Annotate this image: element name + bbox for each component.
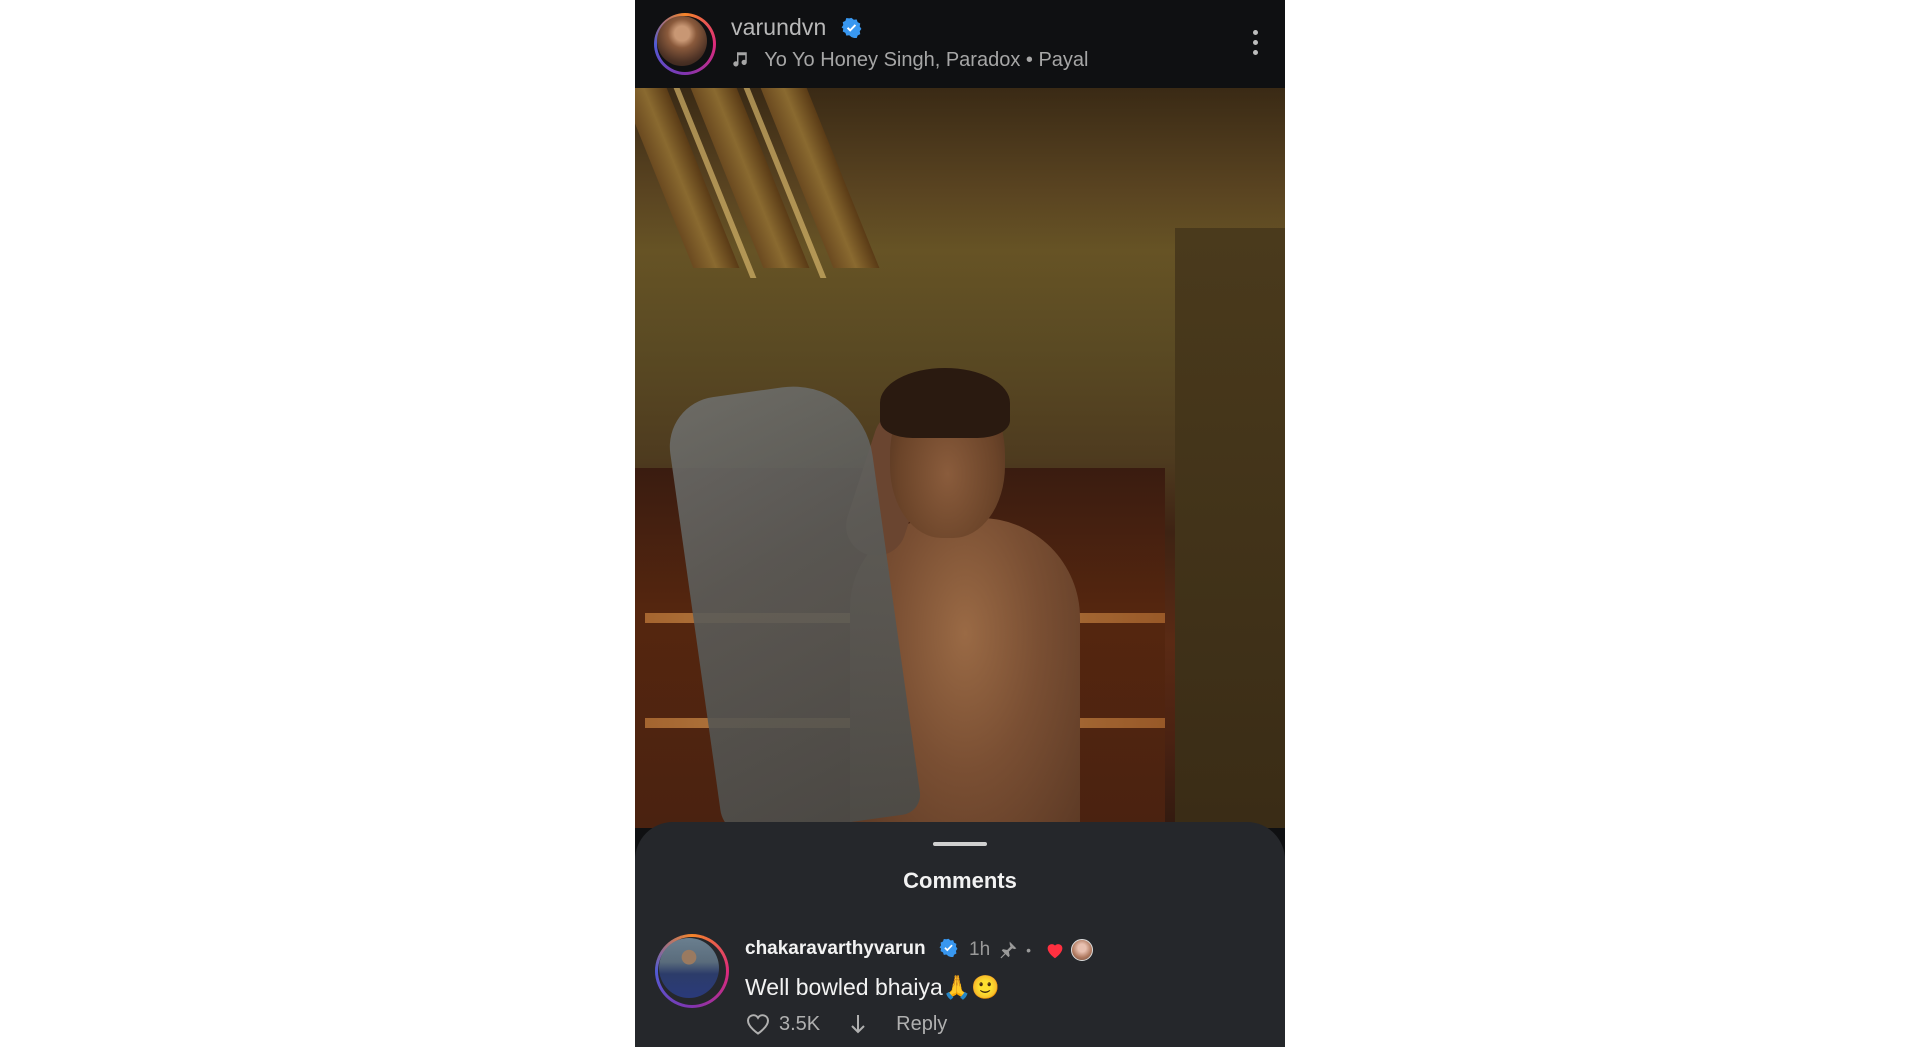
commenter-avatar[interactable]: [655, 934, 729, 1008]
phone-screen: varundvn Yo Yo Honey Singh, Paradox • Pa…: [635, 0, 1285, 1047]
like-count: 3.5K: [779, 1012, 821, 1035]
comment-time: 1h: [969, 939, 991, 960]
comment-text: Well bowled bhaiya🙏🙂: [745, 974, 1001, 1000]
comment-actions: 3.5K Reply: [745, 1012, 947, 1036]
verified-badge-icon: [841, 17, 862, 38]
post-photo[interactable]: [635, 88, 1285, 828]
commenter-username[interactable]: chakaravarthyvarun: [745, 938, 926, 959]
comments-title: Comments: [903, 868, 1017, 893]
commenter-username-row[interactable]: chakaravarthyvarun: [745, 938, 958, 960]
separator-dot: •: [1026, 942, 1032, 958]
author-avatar[interactable]: [654, 13, 716, 75]
comment-item: chakaravarthyvarun 1h • Well bowled bhai…: [635, 934, 1285, 1047]
sheet-drag-handle[interactable]: [933, 842, 987, 846]
reply-button[interactable]: Reply: [896, 1013, 947, 1036]
author-username[interactable]: varundvn: [731, 14, 826, 40]
post-header: varundvn Yo Yo Honey Singh, Paradox • Pa…: [635, 0, 1285, 88]
author-username-row[interactable]: varundvn: [731, 14, 862, 41]
creator-liked-heart-icon: [1047, 944, 1063, 959]
music-label: Yo Yo Honey Singh, Paradox • Payal: [764, 49, 1089, 71]
music-info[interactable]: Yo Yo Honey Singh, Paradox • Payal: [731, 49, 1088, 72]
music-note-icon: [733, 52, 747, 67]
arrow-down-icon[interactable]: [850, 1013, 866, 1035]
comment-meta: 1h •: [969, 939, 1094, 961]
more-options-icon[interactable]: [1251, 30, 1259, 58]
pin-icon: [1000, 941, 1017, 959]
like-heart-icon[interactable]: [745, 1012, 771, 1036]
verified-badge-icon: [939, 938, 958, 957]
creator-liker-avatar: [1071, 939, 1094, 961]
comments-sheet: Comments chakaravarthyvarun 1h • Well bo…: [635, 822, 1285, 1047]
